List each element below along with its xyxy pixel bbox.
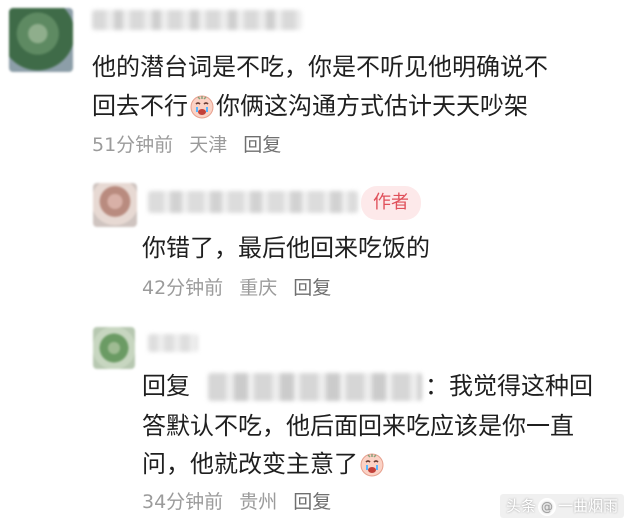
- comment-text-line: 他的潜台词是不吃，你是不听见他明确说不: [92, 53, 548, 81]
- avatar[interactable]: [93, 183, 137, 227]
- username-blurred[interactable]: [148, 191, 358, 213]
- reply-prefix: 回复: [142, 372, 190, 400]
- reply-button[interactable]: 回复: [293, 277, 331, 299]
- reply-button[interactable]: 回复: [243, 134, 281, 156]
- comment-text-line: 你错了，最后他回来吃饭的: [142, 234, 430, 262]
- avatar[interactable]: [93, 327, 135, 369]
- crying-face-icon: [190, 95, 214, 119]
- reply-button[interactable]: 回复: [293, 491, 331, 513]
- comment-text-line: 回去不行 你俩这沟通方式估计天天吵架: [92, 92, 528, 120]
- comment-time: 42分钟前: [142, 277, 224, 299]
- author-badge: 作者: [361, 186, 421, 220]
- comment-meta: 42分钟前 重庆 回复: [142, 276, 341, 300]
- comment-meta: 34分钟前 贵州 回复: [142, 490, 341, 514]
- username-blurred[interactable]: [92, 10, 302, 30]
- comment-location: 贵州: [239, 491, 278, 513]
- comment-time: 34分钟前: [142, 491, 224, 513]
- watermark: 头条 @ 一曲烟雨: [499, 494, 624, 518]
- comment-time: 51分钟前: [92, 134, 174, 156]
- username-blurred[interactable]: [148, 334, 198, 352]
- comment-location: 重庆: [239, 277, 278, 299]
- comment-text-line: 问，他就改变主意了: [142, 448, 386, 480]
- avatar[interactable]: [9, 8, 73, 72]
- comment-location: 天津: [189, 134, 228, 156]
- comment-text-line: 答默认不吃，他后面回来吃应该是你一直: [142, 412, 574, 440]
- comment-text-line: ：我觉得这种回: [425, 372, 593, 400]
- replied-username-blurred[interactable]: [208, 373, 422, 401]
- comment-meta: 51分钟前 天津 回复: [92, 133, 291, 157]
- crying-face-icon: [360, 453, 384, 477]
- at-icon: @: [537, 498, 556, 516]
- comment-text-line: 回复: [142, 370, 190, 402]
